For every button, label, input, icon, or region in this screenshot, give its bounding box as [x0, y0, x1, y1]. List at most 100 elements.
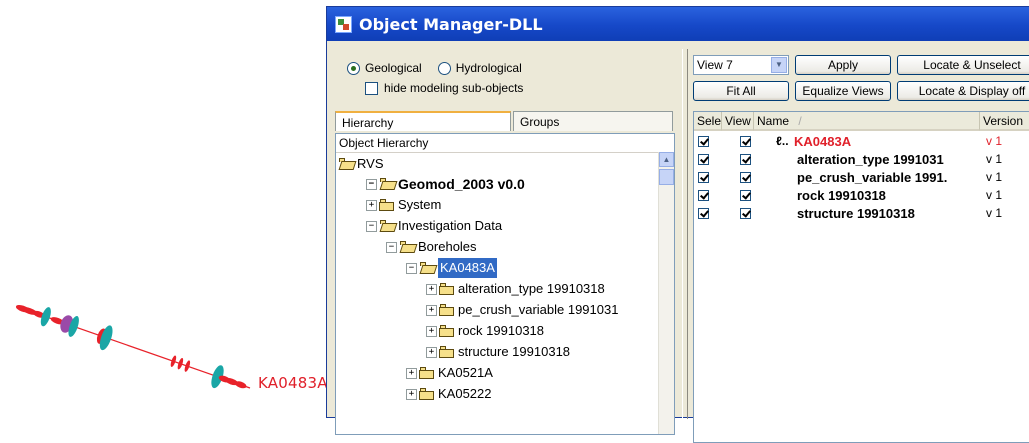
chevron-down-icon[interactable]: ▼: [771, 57, 787, 73]
radio-geological[interactable]: [347, 61, 360, 75]
row-version: v 1: [986, 188, 1003, 202]
tree-node-label: KA0521A: [438, 365, 493, 380]
collapse-icon[interactable]: −: [366, 178, 377, 190]
expand-icon[interactable]: +: [406, 367, 417, 379]
tree-node-rock[interactable]: + rock 19910318: [426, 321, 544, 341]
tree-node-geomod[interactable]: − Geomod_2003 v0.0: [366, 174, 525, 194]
tree-node-label: KA05222: [438, 386, 492, 401]
tree-node-label: Geomod_2003 v0.0: [398, 176, 525, 192]
view-checkbox[interactable]: [740, 190, 751, 201]
fit-all-button[interactable]: Fit All: [693, 81, 789, 101]
tree-node-investigation-data[interactable]: − Investigation Data: [366, 216, 502, 236]
tree-node-rvs[interactable]: RVS: [338, 154, 384, 174]
tree-node-pe-crush-variable[interactable]: + pe_crush_variable 1991031: [426, 300, 618, 320]
expand-icon[interactable]: +: [406, 388, 417, 400]
borehole-marker: [170, 355, 177, 367]
app-icon: [335, 15, 352, 33]
view-checkbox[interactable]: [740, 172, 751, 183]
select-checkbox[interactable]: [698, 136, 709, 147]
hide-sub-objects-label: hide modeling sub-objects: [384, 81, 524, 95]
window-title: Object Manager-DLL: [359, 14, 543, 34]
open-folder-icon: [419, 262, 438, 274]
tree-node-boreholes[interactable]: − Boreholes: [386, 237, 477, 257]
open-folder-icon: [338, 158, 357, 170]
right-pane: View 7 ▼ Apply Locate & Unselect Fit All…: [689, 49, 1029, 443]
tree-node-label-selected: KA0483A: [438, 258, 497, 278]
select-checkbox[interactable]: [698, 172, 709, 183]
tree-node-label: alteration_type 19910318: [458, 281, 605, 296]
tree-node-ka05222[interactable]: + KA05222: [406, 384, 492, 404]
select-checkbox[interactable]: [698, 208, 709, 219]
expand-icon[interactable]: +: [426, 346, 437, 358]
tab-groups[interactable]: Groups: [513, 111, 673, 131]
column-header-name-label: Name: [757, 114, 790, 128]
row-name: alteration_type 1991031: [797, 152, 944, 167]
pane-splitter[interactable]: [682, 49, 688, 419]
borehole-marker: [184, 360, 191, 372]
row-name: rock 19910318: [797, 188, 886, 203]
column-header-name[interactable]: Name /: [754, 112, 980, 131]
open-folder-icon: [379, 220, 398, 232]
hide-sub-objects-checkbox[interactable]: [365, 81, 378, 95]
view-checkbox[interactable]: [740, 136, 751, 147]
tree-node-system[interactable]: + System: [366, 195, 441, 215]
folder-icon: [419, 388, 435, 400]
tree-node-alteration-type[interactable]: + alteration_type 19910318: [426, 279, 605, 299]
column-header-view[interactable]: View: [722, 112, 754, 131]
select-checkbox[interactable]: [698, 190, 709, 201]
column-header-version[interactable]: Version: [980, 112, 1029, 131]
view-select[interactable]: View 7 ▼: [693, 55, 789, 75]
expand-icon[interactable]: +: [426, 304, 437, 316]
scroll-up-icon[interactable]: ▲: [659, 152, 674, 167]
view-checkbox[interactable]: [740, 154, 751, 165]
folder-icon: [439, 283, 455, 295]
list-row-rock[interactable]: rock 19910318 v 1: [694, 187, 1029, 205]
tree-node-ka0521a[interactable]: + KA0521A: [406, 363, 493, 383]
folder-icon: [439, 304, 455, 316]
list-row-pe-crush-variable[interactable]: pe_crush_variable 1991. v 1: [694, 169, 1029, 187]
tree-node-label: Investigation Data: [398, 218, 503, 233]
tab-hierarchy[interactable]: Hierarchy: [335, 111, 511, 131]
tree-scrollbar[interactable]: ▲: [658, 152, 674, 434]
open-folder-icon: [399, 241, 418, 253]
column-header-select[interactable]: Selec: [694, 112, 722, 131]
title-bar[interactable]: Object Manager-DLL: [327, 7, 1029, 41]
view-checkbox[interactable]: [740, 208, 751, 219]
folder-icon: [439, 325, 455, 337]
row-name: structure 19910318: [797, 206, 915, 221]
list-row-structure[interactable]: structure 19910318 v 1: [694, 205, 1029, 223]
select-checkbox[interactable]: [698, 154, 709, 165]
tree-header: Object Hierarchy: [336, 134, 674, 153]
tree-node-ka0483a[interactable]: − KA0483A: [406, 258, 497, 278]
open-folder-icon: [379, 178, 398, 190]
list-row-ka0483a[interactable]: ℓ.. KA0483A v 1: [694, 133, 1029, 151]
collapse-icon[interactable]: −: [366, 220, 377, 232]
tree-node-label: rock 19910318: [458, 323, 545, 338]
borehole-marker: [177, 357, 184, 370]
tree-node-structure[interactable]: + structure 19910318: [426, 342, 570, 362]
expand-icon[interactable]: +: [426, 283, 437, 295]
row-version: v 1: [986, 170, 1003, 184]
locate-display-off-button[interactable]: Locate & Display off: [897, 81, 1029, 101]
borehole-icon: ℓ..: [776, 134, 789, 148]
expand-icon[interactable]: +: [426, 325, 437, 337]
apply-button[interactable]: Apply: [795, 55, 891, 75]
borehole-3d-view[interactable]: KA0483A: [0, 0, 330, 403]
object-list: Selec View Name / Version ℓ.. KA0483A v …: [693, 111, 1029, 443]
object-manager-window: Object Manager-DLL Geological Hydrologic…: [326, 6, 1029, 443]
locate-unselect-button[interactable]: Locate & Unselect: [897, 55, 1029, 75]
expand-icon[interactable]: +: [366, 199, 377, 211]
view-select-value: View 7: [697, 58, 733, 72]
tree-node-label: RVS: [357, 156, 384, 171]
list-row-alteration-type[interactable]: alteration_type 1991031 v 1: [694, 151, 1029, 169]
row-version: v 1: [986, 206, 1003, 220]
radio-hydrological[interactable]: [437, 61, 451, 75]
row-name: KA0483A: [794, 134, 852, 149]
equalize-views-button[interactable]: Equalize Views: [795, 81, 891, 101]
collapse-icon[interactable]: −: [386, 241, 397, 253]
radio-hydrological-label: Hydrological: [455, 61, 522, 75]
collapse-icon[interactable]: −: [406, 262, 417, 274]
tree-node-label: pe_crush_variable 1991031: [458, 302, 619, 317]
scroll-thumb[interactable]: [659, 169, 674, 185]
tree-node-label: System: [398, 197, 442, 212]
